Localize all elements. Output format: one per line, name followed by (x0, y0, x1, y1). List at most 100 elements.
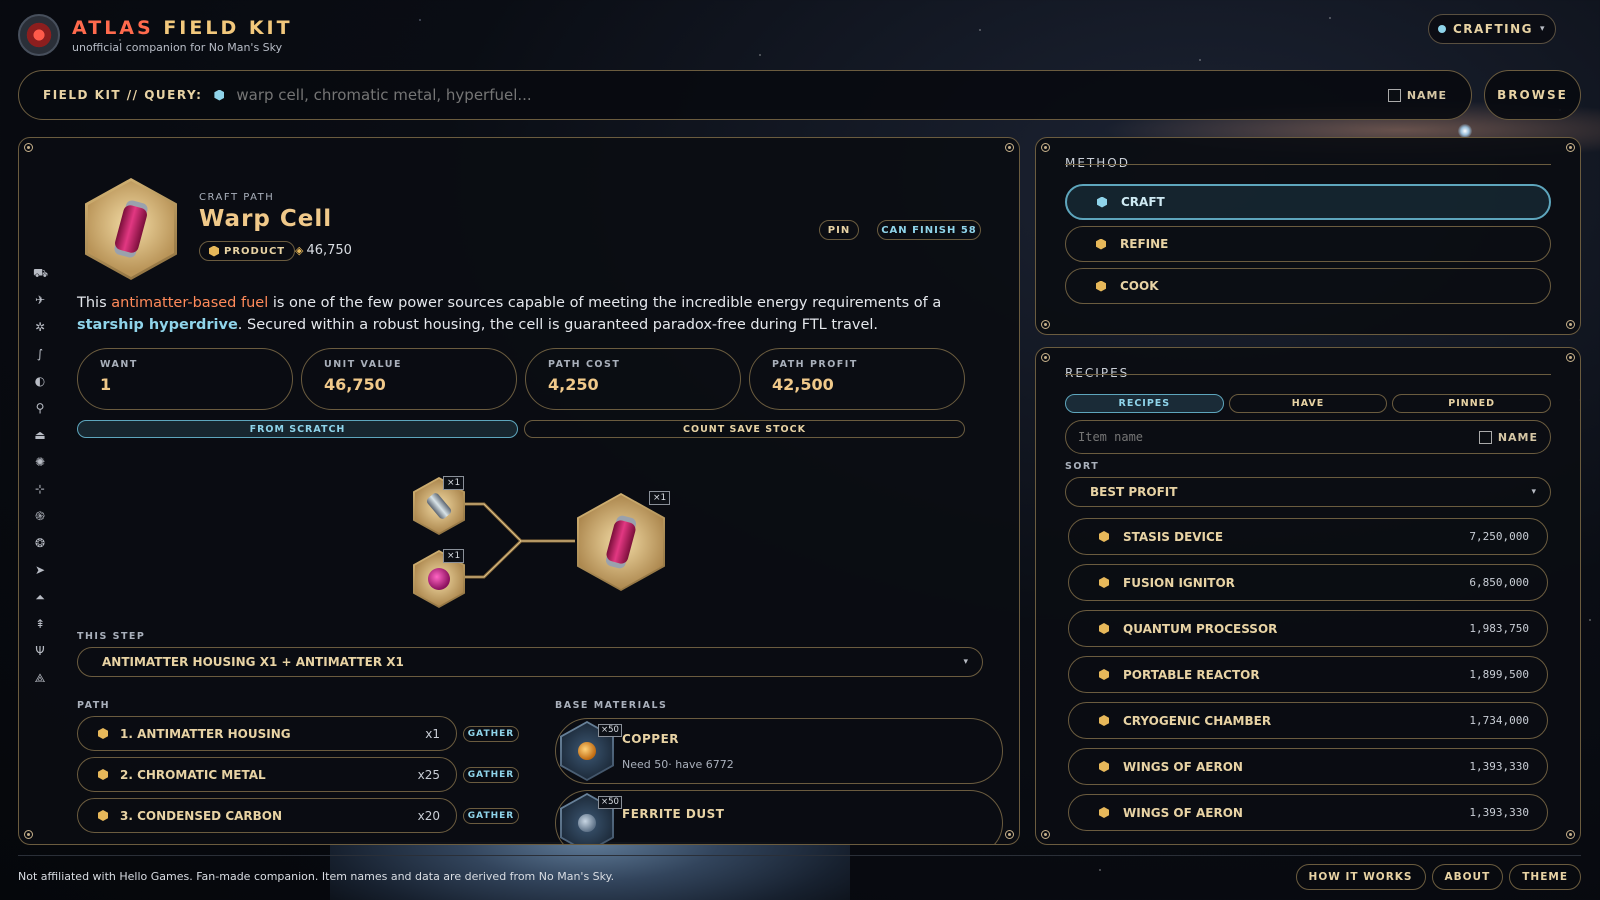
shuttle-icon[interactable]: ⇞ (33, 617, 47, 631)
from-scratch-toggle[interactable]: FROM SCRATCH (77, 420, 518, 438)
creature-icon[interactable]: ∫ (33, 347, 47, 361)
method-option-label: COOK (1120, 279, 1159, 293)
recipe-value: 1,734,000 (1469, 714, 1529, 727)
method-panel: METHOD CRAFT REFINE COOK (1035, 137, 1581, 335)
interceptor-icon[interactable]: ➤ (33, 563, 47, 577)
recipe-name-toggle[interactable]: NAME (1478, 430, 1538, 444)
base-materials-list: ×50 COPPER Need 50· have 6772 ×50 FERRIT… (555, 718, 1003, 844)
antenna-icon[interactable]: Ψ (33, 644, 47, 658)
stat-unit-value: UNIT VALUE 46,750 (301, 348, 517, 410)
recipe-list-item[interactable]: PORTABLE REACTOR 1,899,500 (1068, 656, 1548, 693)
hexagon-icon (209, 245, 219, 257)
recipe-list-item[interactable]: CRYOGENIC CHAMBER 1,734,000 (1068, 702, 1548, 739)
method-option-refine[interactable]: REFINE (1065, 226, 1551, 262)
method-option-craft[interactable]: CRAFT (1065, 184, 1551, 220)
hexagon-icon (1099, 577, 1109, 588)
recipe-list-item[interactable]: WINGS OF AERON 1,393,330 (1068, 748, 1548, 785)
path-row: 2. CHROMATIC METAL x25 GATHER (77, 757, 537, 792)
path-item[interactable]: 1. ANTIMATTER HOUSING x1 (77, 716, 457, 751)
mode-select[interactable]: CRAFTING ▾ (1428, 14, 1556, 44)
starship-icon[interactable]: ✈ (33, 293, 47, 307)
atlas-logo-icon (18, 14, 60, 56)
stat-value: 1 (100, 375, 112, 394)
base-materials-label: BASE MATERIALS (555, 700, 668, 711)
stat-label: WANT (100, 359, 138, 370)
brand[interactable]: ATLAS FIELD KIT unofficial companion for… (18, 14, 293, 56)
corner-rivet (1566, 320, 1575, 329)
planet-icon[interactable]: ◐ (33, 374, 47, 388)
recipe-name: PORTABLE REACTOR (1123, 667, 1260, 682)
name-only-checkbox[interactable] (1387, 88, 1401, 102)
method-title: METHOD (1065, 156, 1130, 170)
base-material-item[interactable]: ×50 FERRITE DUST (555, 790, 1003, 844)
about-button[interactable]: ABOUT (1431, 864, 1504, 890)
recipe-name: FUSION IGNITOR (1123, 575, 1235, 590)
units-icon: ◈ (295, 244, 304, 257)
pyramid-icon[interactable]: ⟁ (33, 671, 47, 685)
item-image (85, 178, 177, 280)
category-badge: PRODUCT (199, 241, 296, 261)
recipe-value: 1,983,750 (1469, 622, 1529, 635)
path-label: PATH (77, 700, 111, 711)
pin-icon[interactable]: ⚲ (33, 401, 47, 415)
chevron-down-icon: ▾ (1531, 487, 1536, 497)
corner-rivet (1041, 320, 1050, 329)
brand-title: ATLAS FIELD KIT (72, 17, 293, 39)
freighter-icon[interactable]: ✲ (33, 320, 47, 334)
path-item-qty: x20 (417, 808, 440, 823)
stat-value: 4,250 (548, 375, 599, 394)
divider (1065, 164, 1551, 165)
cube-icon[interactable]: ❂ (33, 536, 47, 550)
vortex-icon[interactable]: ֍ (33, 509, 47, 523)
copper-orb (578, 742, 596, 760)
recipe-name-checkbox[interactable] (1478, 430, 1492, 444)
tab-recipes[interactable]: RECIPES (1065, 394, 1224, 413)
gather-button[interactable]: GATHER (463, 725, 519, 742)
stat-want[interactable]: WANT 1 (77, 348, 293, 410)
method-option-label: REFINE (1120, 237, 1169, 251)
recipe-list-item[interactable]: WINGS OF AERON 1,393,330 (1068, 794, 1548, 831)
name-only-label: NAME (1406, 88, 1447, 102)
this-step-select[interactable]: ANTIMATTER HOUSING X1 + ANTIMATTER X1 ▾ (77, 647, 983, 677)
tree-node-warp-cell[interactable] (577, 493, 665, 591)
name-only-toggle[interactable]: NAME (1387, 88, 1447, 102)
hexagon-icon (98, 728, 108, 739)
base-icon[interactable]: ⏏ (33, 428, 47, 442)
pin-button[interactable]: PIN (819, 220, 859, 240)
recipe-name-label: NAME (1497, 430, 1538, 444)
tab-have[interactable]: HAVE (1228, 394, 1388, 413)
fighter-icon[interactable]: ⊹ (33, 482, 47, 496)
warp-cell-icon (604, 518, 638, 566)
bug-icon[interactable]: ✺ (33, 455, 47, 469)
path-row: 3. CONDENSED CARBON x20 GATHER (77, 798, 537, 833)
can-finish-button[interactable]: CAN FINISH 58 (877, 220, 981, 240)
path-item[interactable]: 2. CHROMATIC METAL x25 (77, 757, 457, 792)
recipe-list-item[interactable]: STASIS DEVICE 7,250,000 (1068, 518, 1548, 555)
sort-select[interactable]: BEST PROFIT ▾ (1065, 477, 1551, 507)
brand-title-part1: ATLAS (72, 16, 154, 39)
browse-button[interactable]: BROWSE (1484, 70, 1581, 120)
recipes-title: RECIPES (1065, 366, 1130, 380)
theme-button[interactable]: THEME (1509, 864, 1581, 890)
recipe-list-item[interactable]: FUSION IGNITOR 6,850,000 (1068, 564, 1548, 601)
hexagon-icon (1099, 715, 1109, 726)
base-material-qty: ×50 (598, 724, 622, 737)
base-material-qty: ×50 (598, 796, 622, 809)
recipe-name: WINGS OF AERON (1123, 805, 1243, 820)
rocket-icon[interactable]: ⏶ (33, 590, 47, 604)
how-it-works-button[interactable]: HOW IT WORKS (1295, 864, 1426, 890)
gather-button[interactable]: GATHER (463, 807, 519, 824)
base-material-item[interactable]: ×50 COPPER Need 50· have 6772 (555, 718, 1003, 784)
path-item[interactable]: 3. CONDENSED CARBON x20 (77, 798, 457, 833)
exocraft-icon[interactable]: ⛟ (33, 266, 48, 280)
item-name-input[interactable] (1078, 430, 1479, 444)
recipe-list-item[interactable]: QUANTUM PROCESSOR 1,983,750 (1068, 610, 1548, 647)
footer-links: HOW IT WORKS ABOUT THEME (1295, 864, 1581, 890)
gather-button[interactable]: GATHER (463, 766, 519, 783)
item-price-value: 46,750 (306, 243, 352, 258)
path-list: 1. ANTIMATTER HOUSING x1 GATHER 2. CHROM… (77, 716, 537, 833)
count-save-stock-toggle[interactable]: COUNT SAVE STOCK (524, 420, 965, 438)
tab-pinned[interactable]: PINNED (1392, 394, 1552, 413)
method-option-cook[interactable]: COOK (1065, 268, 1551, 304)
query-input[interactable] (236, 86, 1388, 104)
